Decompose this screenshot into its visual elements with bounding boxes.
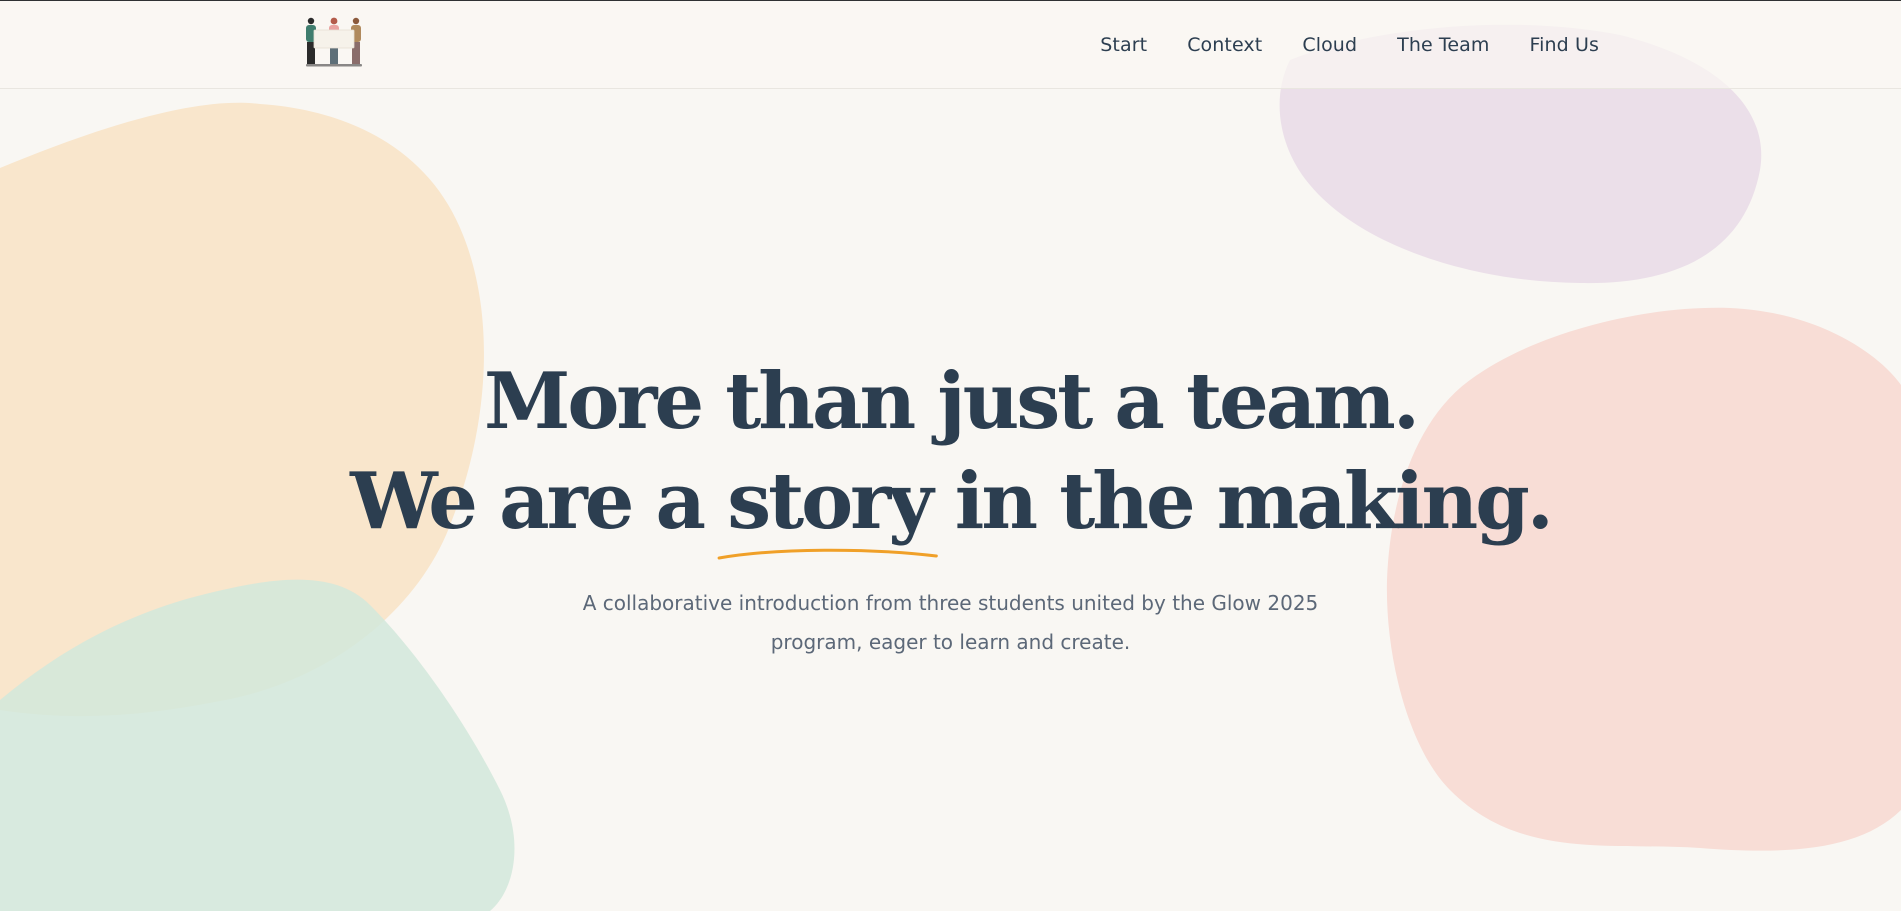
team-logo[interactable] <box>300 15 368 75</box>
nav-start[interactable]: Start <box>1100 34 1147 56</box>
hero-heading-line2: We are a story in the making. <box>350 456 1554 560</box>
person-right-head-icon <box>352 17 360 25</box>
nav-cloud[interactable]: Cloud <box>1302 34 1357 56</box>
top-border <box>0 0 1901 1</box>
sign-board-icon <box>313 29 355 49</box>
hero-heading: More than just a team. We are a story in… <box>0 352 1901 560</box>
hero-line2-start: We are a <box>350 456 728 547</box>
hero-heading-line1: More than just a team. <box>484 356 1420 447</box>
hero-line2-end: in the making. <box>930 456 1554 547</box>
story-underline-icon <box>717 548 939 560</box>
site-header: Start Context Cloud The Team Find Us <box>0 1 1901 89</box>
person-left-head-icon <box>307 17 315 25</box>
hero-subtitle: A collaborative introduction from three … <box>582 591 1319 654</box>
story-word: story <box>727 456 933 547</box>
nav-find-us[interactable]: Find Us <box>1530 34 1599 56</box>
nav-the-team[interactable]: The Team <box>1397 34 1489 56</box>
main-nav: Start Context Cloud The Team Find Us <box>1100 1 1599 89</box>
feet-icon <box>306 64 362 67</box>
person-middle-head-icon <box>330 17 338 25</box>
highlighted-word-story: story <box>717 452 939 560</box>
hero-section: More than just a team. We are a story in… <box>0 352 1901 662</box>
nav-context[interactable]: Context <box>1187 34 1262 56</box>
